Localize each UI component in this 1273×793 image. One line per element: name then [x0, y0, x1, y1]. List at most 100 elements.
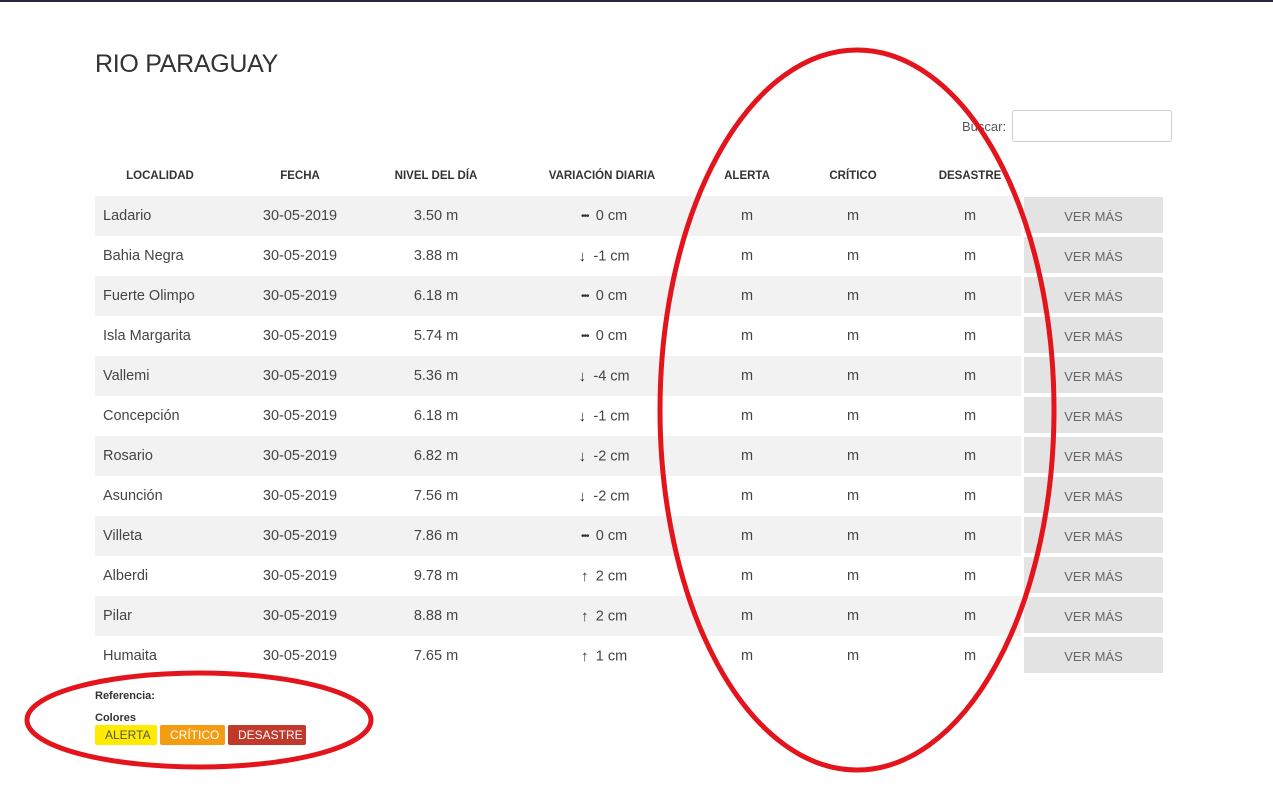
column-header-critico[interactable]: CRÍTICO: [787, 156, 919, 196]
cell-desastre: m: [919, 276, 1021, 316]
variacion-value: -4 cm: [593, 368, 630, 384]
cell-nivel: 5.74 m: [375, 316, 497, 356]
arrow-down-icon: ↓: [578, 407, 587, 425]
cell-alerta: m: [707, 636, 787, 676]
ver-mas-button[interactable]: VER MÁS: [1024, 357, 1163, 395]
variacion-value: 1 cm: [595, 648, 628, 664]
cell-action: VER MÁS: [1021, 556, 1175, 596]
cell-action: VER MÁS: [1021, 476, 1175, 516]
column-header-desastre[interactable]: DESASTRE: [919, 156, 1021, 196]
cell-action: VER MÁS: [1021, 196, 1175, 236]
cell-action: VER MÁS: [1021, 236, 1175, 276]
cell-critico: m: [787, 516, 919, 556]
cell-alerta: m: [707, 356, 787, 396]
arrow-up-icon: ↑: [581, 607, 589, 625]
variacion-value: 0 cm: [595, 288, 628, 305]
cell-fecha: 30-05-2019: [225, 236, 375, 276]
ver-mas-button[interactable]: VER MÁS: [1024, 477, 1163, 515]
variacion-value: -2 cm: [593, 448, 630, 464]
cell-localidad: Rosario: [95, 436, 225, 476]
table-row: Villeta 30-05-2019 7.86 m ••• 0 cm m m m VER MÁS: [95, 516, 1175, 556]
cell-desastre: m: [919, 476, 1021, 516]
cell-action: VER MÁS: [1021, 316, 1175, 356]
ver-mas-button[interactable]: VER MÁS: [1024, 197, 1163, 235]
column-header-localidad[interactable]: LOCALIDAD: [95, 156, 225, 196]
ver-mas-button[interactable]: VER MÁS: [1024, 237, 1163, 275]
cell-fecha: 30-05-2019: [225, 636, 375, 676]
cell-nivel: 3.88 m: [375, 236, 497, 276]
cell-alerta: m: [707, 516, 787, 556]
cell-desastre: m: [919, 516, 1021, 556]
search-input[interactable]: [1012, 110, 1172, 142]
ver-mas-button[interactable]: VER MÁS: [1024, 517, 1163, 555]
ver-mas-button[interactable]: VER MÁS: [1024, 557, 1163, 595]
cell-critico: m: [787, 556, 919, 596]
cell-variacion: ↓ -1 cm: [497, 236, 707, 276]
cell-nivel: 3.50 m: [375, 196, 497, 236]
column-header-fecha[interactable]: FECHA: [225, 156, 375, 196]
cell-variacion: ↑ 2 cm: [497, 556, 707, 596]
ver-mas-button[interactable]: VER MÁS: [1024, 637, 1163, 675]
reference-subtitle: Colores: [95, 712, 136, 724]
cell-alerta: m: [707, 236, 787, 276]
cell-critico: m: [787, 276, 919, 316]
cell-critico: m: [787, 436, 919, 476]
cell-desastre: m: [919, 396, 1021, 436]
cell-variacion: ••• 0 cm: [497, 276, 707, 316]
cell-variacion: ↓ -2 cm: [497, 436, 707, 476]
desastre-badge: DESASTRE: [228, 725, 306, 745]
arrow-up-icon: ↑: [581, 647, 589, 665]
ver-mas-button[interactable]: VER MÁS: [1024, 437, 1163, 475]
cell-desastre: m: [919, 636, 1021, 676]
cell-critico: m: [787, 636, 919, 676]
column-header-actions: [1021, 156, 1175, 196]
cell-alerta: m: [707, 276, 787, 316]
table-row: Bahia Negra 30-05-2019 3.88 m ↓ -1 cm m m m VER …: [95, 236, 1175, 276]
table-row: Fuerte Olimpo 30-05-2019 6.18 m ••• 0 cm m m m V…: [95, 276, 1175, 316]
cell-nivel: 7.65 m: [375, 636, 497, 676]
cell-nivel: 6.18 m: [375, 396, 497, 436]
cell-critico: m: [787, 316, 919, 356]
cell-alerta: m: [707, 196, 787, 236]
table-row: Pilar 30-05-2019 8.88 m ↑ 2 cm m m m VER MÁS: [95, 596, 1175, 636]
cell-variacion: ↓ -4 cm: [497, 356, 707, 396]
cell-localidad: Asunción: [95, 476, 225, 516]
column-header-nivel[interactable]: NIVEL DEL DÍA: [375, 156, 497, 196]
cell-alerta: m: [707, 316, 787, 356]
cell-localidad: Isla Margarita: [95, 316, 225, 356]
table-row: Rosario 30-05-2019 6.82 m ↓ -2 cm m m m VER MÁS: [95, 436, 1175, 476]
cell-action: VER MÁS: [1021, 436, 1175, 476]
column-header-variacion[interactable]: VARIACIÓN DIARIA: [497, 156, 707, 196]
cell-alerta: m: [707, 436, 787, 476]
search-label: Buscar:: [962, 119, 1007, 134]
cell-desastre: m: [919, 196, 1021, 236]
column-header-alerta[interactable]: ALERTA: [707, 156, 787, 196]
cell-fecha: 30-05-2019: [225, 356, 375, 396]
ver-mas-button[interactable]: VER MÁS: [1024, 597, 1163, 635]
cell-alerta: m: [707, 396, 787, 436]
cell-localidad: Fuerte Olimpo: [95, 276, 225, 316]
cell-action: VER MÁS: [1021, 636, 1175, 676]
ver-mas-button[interactable]: VER MÁS: [1024, 317, 1163, 355]
cell-critico: m: [787, 596, 919, 636]
variacion-value: -2 cm: [593, 488, 630, 504]
cell-nivel: 9.78 m: [375, 556, 497, 596]
cell-critico: m: [787, 236, 919, 276]
cell-fecha: 30-05-2019: [225, 556, 375, 596]
cell-fecha: 30-05-2019: [225, 436, 375, 476]
table-row: Concepción 30-05-2019 6.18 m ↓ -1 cm m m m VER M…: [95, 396, 1175, 436]
cell-localidad: Concepción: [95, 396, 225, 436]
variacion-value: 2 cm: [595, 608, 628, 624]
reference-badges: ALERTA CRÍTICO DESASTRE: [95, 725, 306, 745]
variacion-value: 0 cm: [595, 208, 628, 225]
variacion-value: 2 cm: [595, 568, 628, 584]
variacion-value: -1 cm: [593, 248, 630, 264]
cell-action: VER MÁS: [1021, 396, 1175, 436]
variacion-value: -1 cm: [593, 408, 630, 424]
cell-variacion: ↑ 1 cm: [497, 636, 707, 676]
cell-localidad: Villeta: [95, 516, 225, 556]
cell-fecha: 30-05-2019: [225, 516, 375, 556]
cell-desastre: m: [919, 316, 1021, 356]
ver-mas-button[interactable]: VER MÁS: [1024, 277, 1163, 315]
ver-mas-button[interactable]: VER MÁS: [1024, 397, 1163, 435]
